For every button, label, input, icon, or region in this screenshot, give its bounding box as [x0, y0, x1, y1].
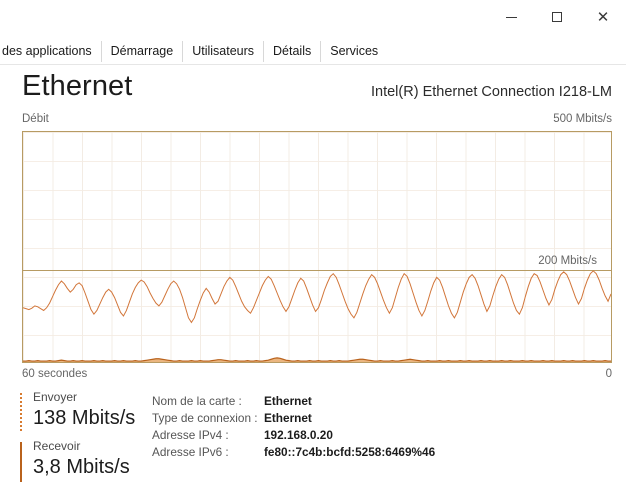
- close-button[interactable]: ✕: [580, 0, 626, 34]
- receive-series-line: [23, 357, 611, 362]
- send-series-line: [23, 270, 611, 324]
- detail-value: fe80::7c4b:bcfd:5258:6469%46: [264, 445, 436, 459]
- graph-axis-left: 60 secondes: [22, 368, 88, 380]
- detail-key: Adresse IPv6 :: [152, 445, 229, 459]
- detail-value: Ethernet: [264, 394, 312, 408]
- title-bar: ✕: [0, 0, 626, 38]
- receive-value: 3,8 Mbits/s: [33, 456, 130, 478]
- info-panel: Envoyer 138 Mbits/s Recevoir 3,8 Mbits/s…: [0, 388, 626, 500]
- detail-row: Adresse IPv4 : 192.168.0.20: [152, 427, 435, 444]
- detail-value: Ethernet: [264, 411, 312, 425]
- detail-key: Adresse IPv4 :: [152, 428, 229, 442]
- maximize-icon: [552, 12, 562, 22]
- page-title: Ethernet: [22, 70, 133, 102]
- window-controls: ✕: [488, 0, 626, 34]
- legend-send: Envoyer 138 Mbits/s: [20, 390, 160, 433]
- minimize-button[interactable]: [488, 0, 534, 34]
- tab-details[interactable]: Détails: [264, 40, 322, 62]
- minimize-icon: [505, 16, 517, 18]
- adapter-details: Nom de la carte : Ethernet Type de conne…: [152, 393, 435, 461]
- close-icon: ✕: [596, 8, 610, 26]
- graph-axis-right: 0: [605, 368, 612, 380]
- detail-row: Type de connexion : Ethernet: [152, 410, 435, 427]
- maximize-button[interactable]: [534, 0, 580, 34]
- throughput-legend: Envoyer 138 Mbits/s Recevoir 3,8 Mbits/s: [20, 390, 160, 488]
- detail-row: Nom de la carte : Ethernet: [152, 393, 435, 410]
- throughput-graph[interactable]: 200 Mbits/s: [22, 131, 612, 363]
- send-color-swatch: [20, 393, 22, 433]
- receive-label: Recevoir: [33, 439, 81, 453]
- tab-app-history[interactable]: des applications: [0, 40, 102, 62]
- detail-row: Adresse IPv6 : fe80::7c4b:bcfd:5258:6469…: [152, 444, 435, 461]
- tab-users[interactable]: Utilisateurs: [183, 40, 265, 62]
- graph-scale-max: 500 Mbits/s: [553, 113, 612, 125]
- task-manager-window: ✕ des applications Démarrage Utilisateur…: [0, 0, 626, 500]
- detail-key: Nom de la carte :: [152, 394, 242, 408]
- graph-plot: [23, 270, 611, 362]
- detail-key: Type de connexion :: [152, 411, 258, 425]
- resource-header: Ethernet Intel(R) Ethernet Connection I2…: [0, 70, 626, 112]
- send-label: Envoyer: [33, 390, 78, 404]
- tab-startup[interactable]: Démarrage: [102, 40, 184, 62]
- detail-value: 192.168.0.20: [264, 428, 333, 442]
- legend-receive: Recevoir 3,8 Mbits/s: [20, 439, 160, 482]
- tab-bar: des applications Démarrage Utilisateurs …: [0, 38, 626, 65]
- graph-caption: Débit: [22, 113, 49, 125]
- receive-color-swatch: [20, 442, 22, 482]
- send-value: 138 Mbits/s: [33, 407, 136, 429]
- adapter-name: Intel(R) Ethernet Connection I218-LM: [371, 84, 612, 100]
- tab-services[interactable]: Services: [321, 41, 387, 62]
